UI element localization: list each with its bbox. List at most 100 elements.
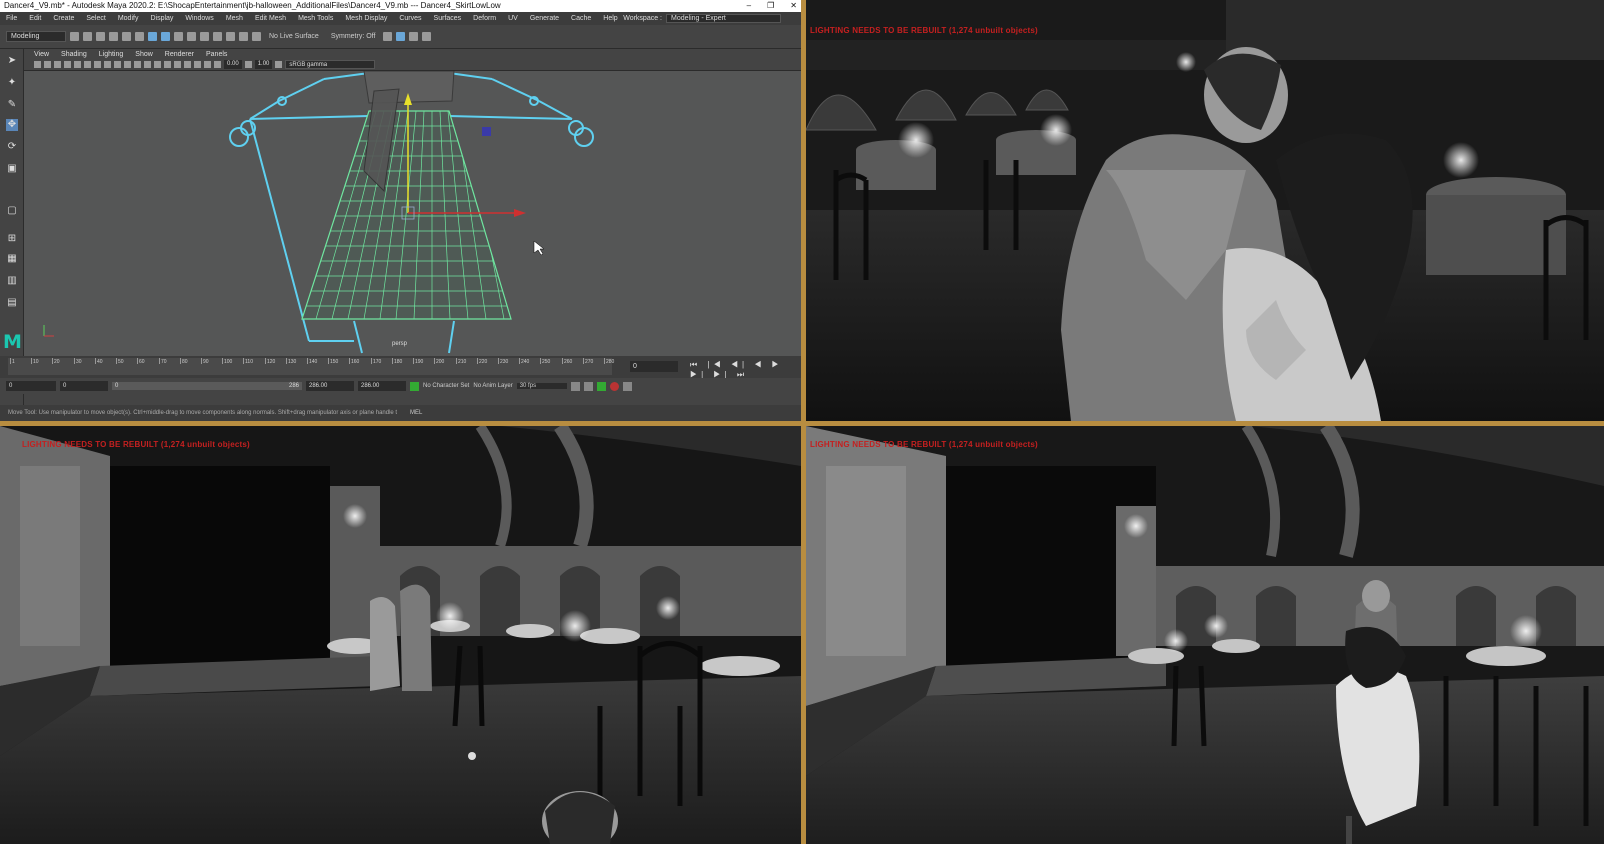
menu-modify[interactable]: Modify bbox=[118, 15, 139, 22]
new-scene-icon[interactable] bbox=[70, 32, 79, 41]
panel-menu-panels[interactable]: Panels bbox=[206, 51, 227, 58]
perspective-viewport[interactable]: persp bbox=[24, 71, 801, 356]
playback-controls[interactable]: ⏮ |◀ ◀| ◀ ▶ ▶| ▶| ⏭ bbox=[690, 360, 801, 380]
textured-icon[interactable] bbox=[154, 61, 161, 68]
select-component-icon[interactable] bbox=[161, 32, 170, 41]
menu-create[interactable]: Create bbox=[53, 15, 74, 22]
redo-icon[interactable] bbox=[122, 32, 131, 41]
menu-mesh-display[interactable]: Mesh Display bbox=[345, 15, 387, 22]
symmetry-dropdown[interactable]: Symmetry: Off bbox=[331, 33, 376, 40]
menu-deform[interactable]: Deform bbox=[473, 15, 496, 22]
panel-menu-lighting[interactable]: Lighting bbox=[99, 51, 124, 58]
select-tool-icon[interactable]: ➤ bbox=[6, 55, 18, 67]
xray-icon[interactable] bbox=[204, 61, 211, 68]
menu-curves[interactable]: Curves bbox=[399, 15, 421, 22]
view-transform-dropdown[interactable]: sRGB gamma bbox=[285, 60, 376, 69]
lasso-tool-icon[interactable]: ✦ bbox=[6, 77, 18, 89]
live-surface-label[interactable]: No Live Surface bbox=[269, 33, 319, 40]
menu-uv[interactable]: UV bbox=[508, 15, 518, 22]
ipr-render-icon[interactable] bbox=[252, 32, 261, 41]
ambient-occlusion-icon[interactable] bbox=[184, 61, 191, 68]
anim-end-field[interactable]: 286.00 bbox=[306, 381, 354, 391]
menu-select[interactable]: Select bbox=[86, 15, 105, 22]
shadows-icon[interactable] bbox=[174, 61, 181, 68]
color-management-icon[interactable] bbox=[275, 61, 283, 68]
fps-dropdown[interactable]: 30 fps bbox=[516, 383, 567, 389]
smooth-shade-icon[interactable] bbox=[144, 61, 151, 68]
panel-menu-view[interactable]: View bbox=[34, 51, 49, 58]
four-view-icon[interactable]: ⊞ bbox=[6, 233, 18, 245]
layout-icon[interactable]: ▦ bbox=[6, 253, 18, 265]
open-scene-icon[interactable] bbox=[83, 32, 92, 41]
restore-icon[interactable]: ❐ bbox=[767, 0, 774, 12]
resolution-gate-icon[interactable] bbox=[94, 61, 101, 68]
modeling-toolkit-icon[interactable] bbox=[396, 32, 406, 41]
current-frame-field[interactable]: 0 bbox=[630, 361, 678, 372]
snap-point-icon[interactable] bbox=[200, 32, 209, 41]
undo-icon[interactable] bbox=[109, 32, 118, 41]
menu-help[interactable]: Help bbox=[603, 15, 617, 22]
menu-generate[interactable]: Generate bbox=[530, 15, 559, 22]
grid-icon[interactable] bbox=[74, 61, 81, 68]
field-chart-icon[interactable] bbox=[114, 61, 121, 68]
time-ruler[interactable]: 1 10 20 30 40 50 60 70 80 90 100 110 120 130 140 150 160… bbox=[8, 358, 614, 375]
lights-icon[interactable] bbox=[164, 61, 171, 68]
panel-menu-show[interactable]: Show bbox=[135, 51, 153, 58]
auto-key-icon[interactable] bbox=[410, 381, 419, 391]
close-icon[interactable]: ✕ bbox=[790, 0, 797, 12]
scene-start-field[interactable]: 0 bbox=[6, 381, 56, 391]
render-icon[interactable] bbox=[239, 32, 248, 41]
menu-windows[interactable]: Windows bbox=[185, 15, 213, 22]
attribute-editor-icon[interactable] bbox=[409, 32, 419, 41]
record-icon[interactable] bbox=[609, 381, 619, 391]
menu-mesh-tools[interactable]: Mesh Tools bbox=[298, 15, 333, 22]
anim-layer-dropdown[interactable]: No Anim Layer bbox=[473, 383, 512, 389]
snap-view-icon[interactable] bbox=[213, 32, 222, 41]
gate-mask-icon[interactable] bbox=[104, 61, 111, 68]
menu-display[interactable]: Display bbox=[150, 15, 173, 22]
sidebar-toggle-icon[interactable] bbox=[383, 32, 393, 41]
isolate-select-icon[interactable] bbox=[194, 61, 201, 68]
menu-cache[interactable]: Cache bbox=[571, 15, 591, 22]
single-view-icon[interactable]: ▢ bbox=[6, 205, 18, 217]
select-object-icon[interactable] bbox=[148, 32, 157, 41]
move-tool-icon[interactable]: ✥ bbox=[6, 119, 18, 131]
animation-preferences-icon[interactable] bbox=[596, 381, 606, 391]
menu-file[interactable]: File bbox=[6, 15, 17, 22]
skirt-mesh[interactable] bbox=[294, 88, 519, 320]
character-set-dropdown[interactable]: No Character Set bbox=[423, 383, 469, 389]
menu-edit-mesh[interactable]: Edit Mesh bbox=[255, 15, 286, 22]
channel-box-icon[interactable] bbox=[422, 32, 432, 41]
mode-dropdown[interactable]: Modeling bbox=[6, 31, 66, 42]
menu-mesh[interactable]: Mesh bbox=[226, 15, 243, 22]
image-plane-icon[interactable] bbox=[64, 61, 71, 68]
rotate-tool-icon[interactable]: ⟳ bbox=[6, 141, 18, 153]
audio-icon[interactable] bbox=[583, 381, 593, 391]
snap-curve-icon[interactable] bbox=[187, 32, 196, 41]
outliner-layout-icon[interactable]: ▥ bbox=[6, 275, 18, 287]
workspace-dropdown[interactable]: Modeling - Expert bbox=[666, 14, 781, 23]
camera-select-icon[interactable] bbox=[34, 61, 41, 68]
gamma-field[interactable]: 1.00 bbox=[254, 60, 273, 69]
snap-grid-icon[interactable] bbox=[174, 32, 183, 41]
menu-surfaces[interactable]: Surfaces bbox=[434, 15, 462, 22]
paint-select-icon[interactable]: ✎ bbox=[6, 99, 18, 111]
scene-end-field[interactable]: 286.00 bbox=[358, 381, 406, 391]
film-gate-icon[interactable] bbox=[84, 61, 91, 68]
save-scene-icon[interactable] bbox=[96, 32, 105, 41]
loop-icon[interactable] bbox=[570, 381, 580, 391]
menu-edit[interactable]: Edit bbox=[29, 15, 41, 22]
wireframe-icon[interactable] bbox=[134, 61, 141, 68]
mel-label[interactable]: MEL bbox=[410, 405, 422, 421]
exposure-field[interactable]: 0.00 bbox=[224, 60, 242, 69]
camera-attributes-icon[interactable] bbox=[44, 61, 51, 68]
panel-menu-shading[interactable]: Shading bbox=[61, 51, 87, 58]
graph-layout-icon[interactable]: ▤ bbox=[6, 297, 18, 309]
minimize-icon[interactable]: – bbox=[747, 0, 751, 12]
construction-history-icon[interactable] bbox=[226, 32, 235, 41]
scale-tool-icon[interactable]: ▣ bbox=[6, 163, 18, 175]
safe-action-icon[interactable] bbox=[124, 61, 131, 68]
settings-icon[interactable] bbox=[622, 381, 632, 391]
select-hierarchy-icon[interactable] bbox=[135, 32, 144, 41]
anim-start-field[interactable]: 0 bbox=[60, 381, 108, 391]
